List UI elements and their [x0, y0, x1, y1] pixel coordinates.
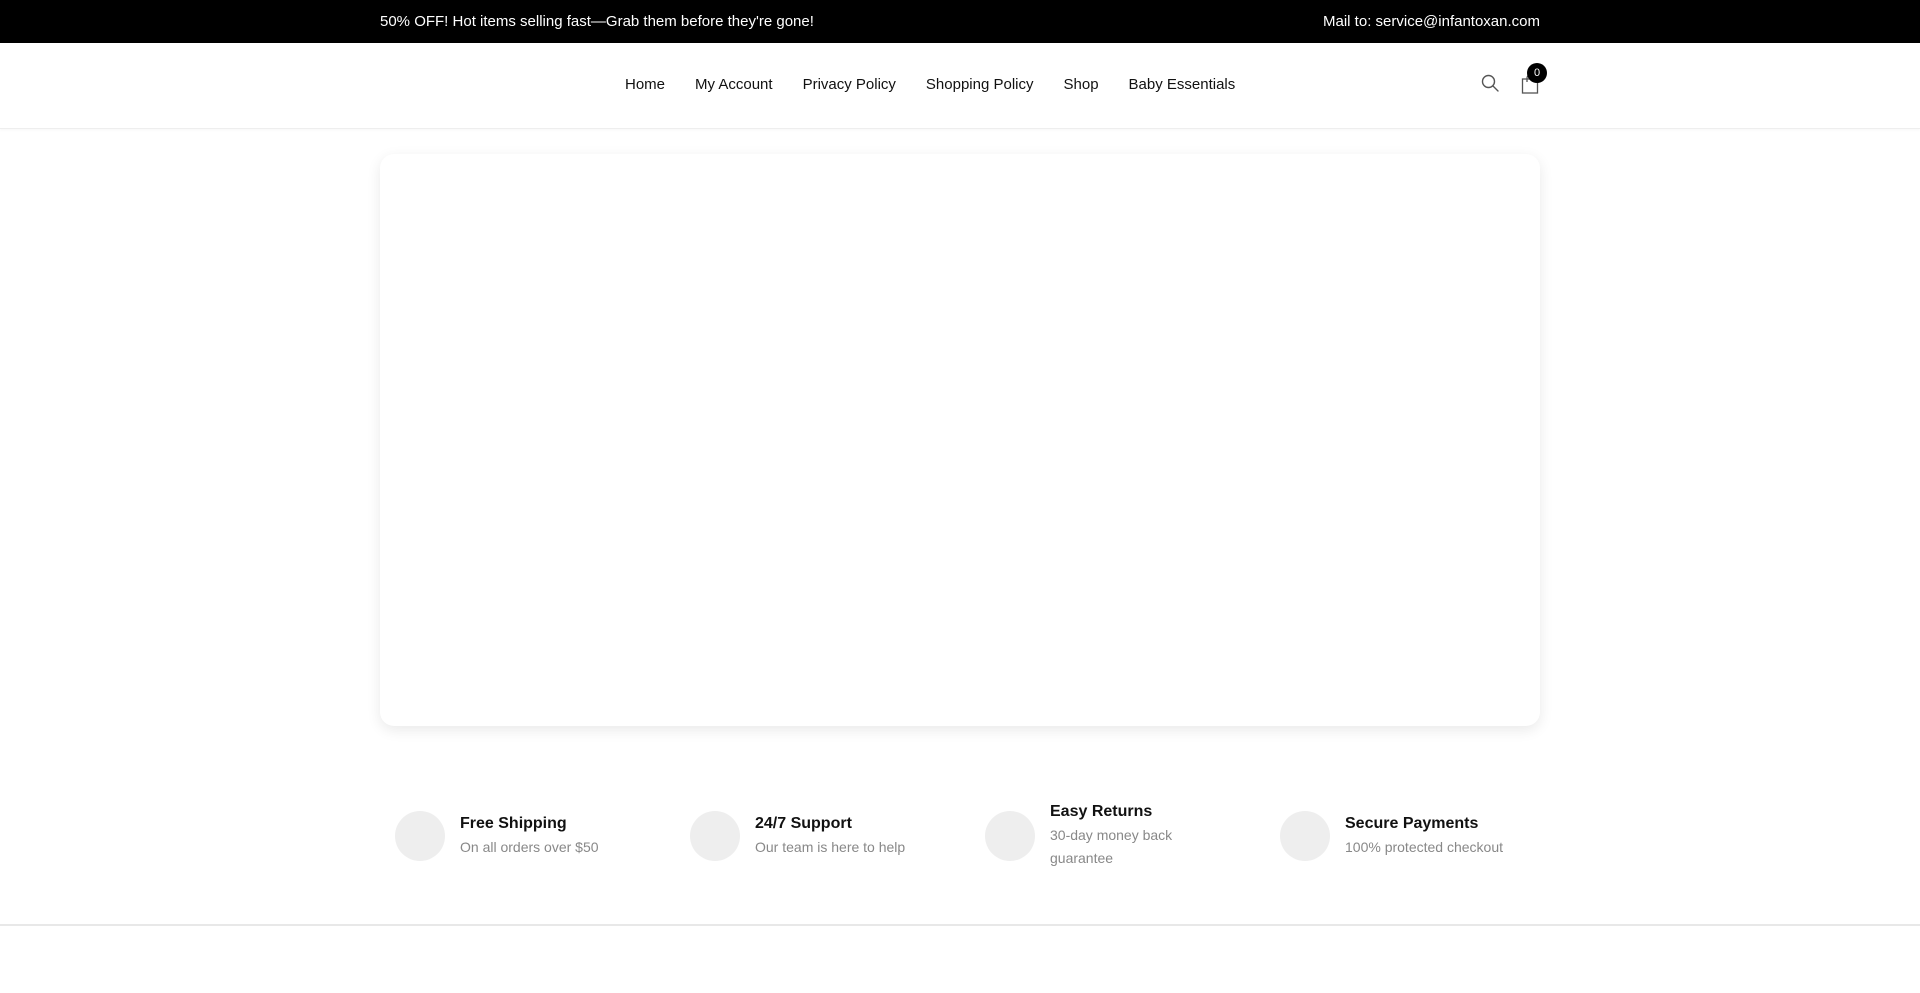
nav-item-baby-essentials[interactable]: Baby Essentials [1129, 76, 1236, 93]
announcement-bar: 50% OFF! Hot items selling fast—Grab the… [0, 0, 1920, 43]
search-button[interactable] [1480, 73, 1500, 93]
hero-banner [380, 154, 1540, 726]
features-row: Free Shipping On all orders over $50 24/… [380, 798, 1560, 873]
nav-item-home[interactable]: Home [625, 76, 665, 93]
nav-item-my-account[interactable]: My Account [695, 76, 773, 93]
nav-item-shopping-policy[interactable]: Shopping Policy [926, 76, 1034, 93]
feature-title: Free Shipping [460, 814, 567, 832]
feature-easy-returns: Easy Returns 30-day money back guarantee [970, 798, 1220, 873]
search-icon [1481, 74, 1499, 92]
feature-secure-payments: Secure Payments 100% protected checkout [1265, 798, 1515, 873]
contact-email-link[interactable]: Mail to: service@infantoxan.com [1323, 13, 1540, 30]
footer-divider [0, 924, 1920, 926]
site-header: Home My Account Privacy Policy Shopping … [0, 43, 1920, 129]
promo-text: 50% OFF! Hot items selling fast—Grab the… [380, 13, 814, 30]
feature-description: On all orders over $50 [460, 838, 599, 855]
feature-support: 24/7 Support Our team is here to help [675, 798, 925, 873]
feature-description: 100% protected checkout [1345, 838, 1503, 855]
feature-title: Secure Payments [1345, 814, 1479, 832]
nav-item-shop[interactable]: Shop [1064, 76, 1099, 93]
nav-item-privacy-policy[interactable]: Privacy Policy [803, 76, 896, 93]
return-icon [985, 811, 1035, 861]
main-nav: Home My Account Privacy Policy Shopping … [625, 76, 1235, 93]
cart-count-badge: 0 [1527, 63, 1547, 83]
feature-description: Our team is here to help [755, 838, 906, 855]
truck-icon [395, 811, 445, 861]
feature-description: 30-day money back guarantee [1050, 827, 1173, 866]
feature-free-shipping: Free Shipping On all orders over $50 [380, 798, 630, 873]
lock-icon [1280, 811, 1330, 861]
headset-icon [690, 811, 740, 861]
feature-title: Easy Returns [1050, 803, 1153, 820]
feature-title: 24/7 Support [755, 814, 852, 832]
